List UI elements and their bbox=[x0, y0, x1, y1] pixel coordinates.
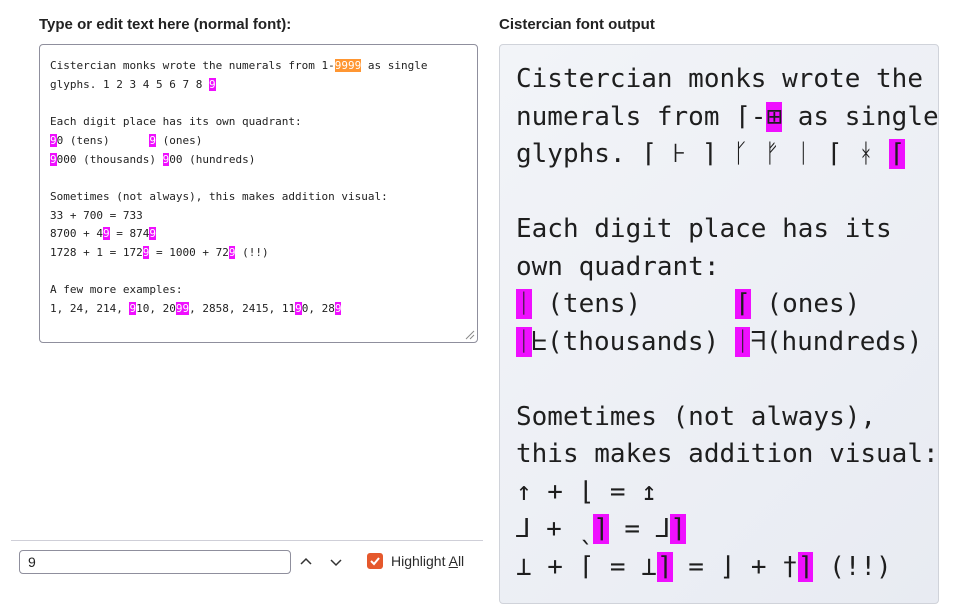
output-line: ⊥ + ⌈ = ⊥⌉ = ⌋ + †⌉ (!!) bbox=[516, 551, 892, 582]
chevron-up-icon bbox=[300, 557, 312, 565]
search-match: 9 bbox=[149, 133, 156, 147]
search-match: ᛁ bbox=[734, 326, 751, 357]
current-match: 9999 bbox=[334, 59, 362, 72]
checkmark-icon bbox=[370, 557, 380, 566]
highlight-all-label: Highlight All bbox=[391, 553, 465, 569]
text-input-area[interactable]: Cistercian monks wrote the numerals from… bbox=[39, 44, 478, 343]
output-line: ⅃ + ˎ⌉ = ⅃⌉ bbox=[516, 514, 686, 544]
editor-line: 8700 + 49 = 8749 bbox=[50, 227, 156, 241]
output-label: Cistercian font output bbox=[499, 16, 655, 33]
highlight-all-toggle[interactable]: Highlight All bbox=[367, 553, 464, 569]
editor-line: Cistercian monks wrote the numerals from… bbox=[50, 59, 428, 72]
search-match: ⌉ bbox=[670, 514, 686, 544]
search-match: 9 bbox=[334, 302, 342, 316]
search-match: ⌉ bbox=[797, 551, 814, 582]
output-text: Cistercian monks wrote the numerals from … bbox=[516, 61, 939, 586]
editor-line: 90 (tens) 9 (ones) bbox=[50, 133, 203, 147]
search-match: 9 bbox=[149, 227, 156, 241]
editor-line: Each digit place has its own quadrant: bbox=[50, 115, 302, 129]
search-match: 9 bbox=[295, 302, 302, 316]
search-match: ᛁ bbox=[516, 289, 532, 319]
chevron-down-icon bbox=[330, 559, 342, 567]
editor-line: Sometimes (not always), this makes addit… bbox=[50, 189, 388, 203]
find-input[interactable] bbox=[19, 550, 291, 574]
editor-line: 9000 (thousands) 900 (hundreds) bbox=[50, 152, 256, 166]
find-previous-button[interactable] bbox=[294, 549, 318, 575]
editor-line: A few more examples: bbox=[50, 283, 183, 297]
output-line: ᛁᖶ(thousands) ᛁᖷ(hundreds) bbox=[516, 326, 923, 357]
highlight-all-checkbox[interactable] bbox=[367, 553, 383, 569]
search-match: ⌉ bbox=[656, 551, 673, 582]
output-line: ↑ + ⌊ = ↥ bbox=[516, 476, 657, 507]
search-match: 9 bbox=[50, 133, 57, 147]
editor-line: 1, 24, 214, 910, 2099, 2858, 2415, 1190,… bbox=[50, 302, 342, 316]
output-line: ᛁ (tens) ⌈ (ones) bbox=[516, 289, 861, 319]
output-line: Sometimes (not always), bbox=[516, 401, 877, 432]
editor-line: 33 + 700 = 733 bbox=[50, 208, 143, 222]
find-bar: Highlight All bbox=[11, 540, 483, 600]
input-label: Type or edit text here (normal font): bbox=[39, 16, 292, 33]
editor-text[interactable]: Cistercian monks wrote the numerals from… bbox=[50, 57, 469, 319]
editor-line: 1728 + 1 = 1729 = 1000 + 729 (!!) bbox=[50, 246, 269, 260]
output-line: own quadrant: bbox=[516, 251, 720, 282]
search-match: 99 bbox=[175, 302, 190, 316]
resize-grip-icon[interactable] bbox=[465, 330, 475, 340]
output-line: Cistercian monks wrote the bbox=[516, 64, 923, 94]
output-line: glyphs. ⌈ ⊦ ⌉ ᚴ ᚠ ᛁ ⌈ ᚼ ⌈ bbox=[516, 139, 906, 169]
search-match: 9 bbox=[50, 152, 57, 166]
search-match: 9 bbox=[102, 227, 110, 241]
output-line: Each digit place has its bbox=[516, 214, 892, 244]
search-match: ⌈ bbox=[889, 139, 906, 169]
find-next-button[interactable] bbox=[324, 549, 348, 575]
search-match: ⌉ bbox=[593, 514, 609, 544]
output-line: numerals from ⌈-⊞ as single bbox=[516, 101, 939, 132]
output-line: this makes addition visual: bbox=[516, 439, 939, 469]
search-match: 9 bbox=[208, 77, 216, 91]
search-match: ᛁ bbox=[516, 326, 532, 357]
cistercian-output-panel: Cistercian monks wrote the numerals from … bbox=[499, 44, 939, 604]
editor-line: glyphs. 1 2 3 4 5 6 7 8 9 bbox=[50, 77, 216, 91]
search-match: ⊞ bbox=[766, 101, 783, 132]
search-match: ⌈ bbox=[735, 289, 751, 319]
